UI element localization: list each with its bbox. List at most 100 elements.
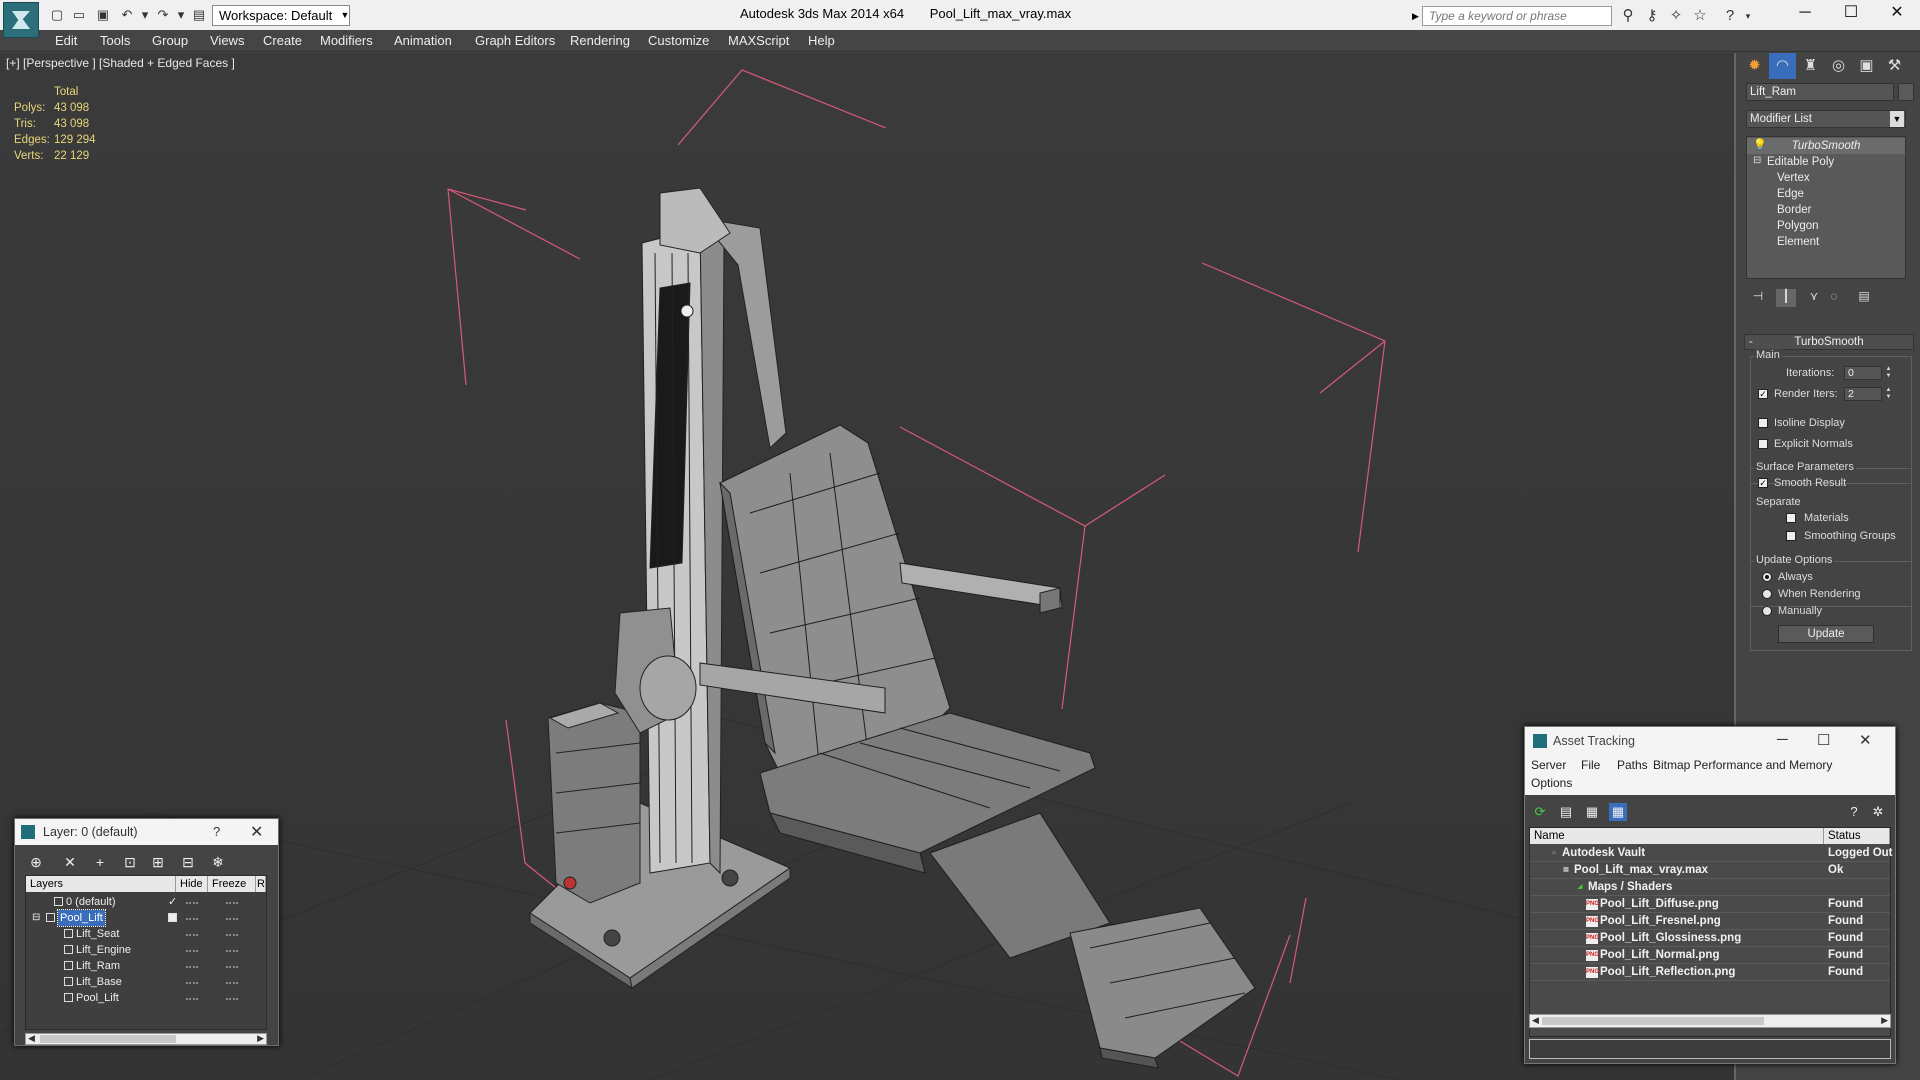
column-header[interactable]: Layers <box>26 876 176 892</box>
layer-window-titlebar[interactable]: Layer: 0 (default) ? ✕ <box>15 819 278 845</box>
smoothing-groups-checkbox[interactable] <box>1786 531 1796 541</box>
menu-tools[interactable]: Tools <box>100 33 130 48</box>
make-unique-icon[interactable]: ⋎ <box>1804 289 1824 307</box>
asset-row[interactable]: ⌂ Autodesk Vault Logged Out <box>1530 845 1893 862</box>
list-view-icon[interactable]: ▤ <box>1557 803 1575 821</box>
freeze-toggle[interactable] <box>226 934 238 936</box>
layer-row[interactable]: Lift_Engine <box>26 942 266 958</box>
scroll-thumb[interactable] <box>40 1035 176 1043</box>
communication-center-icon[interactable]: ✧ <box>1666 6 1686 26</box>
layer-row[interactable]: Lift_Seat <box>26 926 266 942</box>
display-tab-icon[interactable]: ▣ <box>1853 53 1880 79</box>
hide-toggle[interactable] <box>186 934 198 936</box>
modifier-list-dropdown[interactable]: Modifier List <box>1746 110 1906 128</box>
new-file-icon[interactable]: ▢ <box>48 6 66 24</box>
asset-menu-bitmap[interactable]: Bitmap Performance and Memory <box>1653 758 1832 772</box>
motion-tab-icon[interactable]: ◎ <box>1825 53 1852 79</box>
menu-modifiers[interactable]: Modifiers <box>320 33 373 48</box>
key-icon[interactable]: ⚷ <box>1642 6 1662 26</box>
undo-icon[interactable]: ↶ <box>118 6 136 24</box>
freeze-toggle[interactable] <box>226 966 238 968</box>
collapse-minus-icon[interactable]: ⊟ <box>32 910 40 926</box>
menu-graph-editors[interactable]: Graph Editors <box>475 33 555 48</box>
freeze-toggle[interactable] <box>226 982 238 984</box>
object-name-field[interactable]: Lift_Ram <box>1746 83 1894 101</box>
asset-row[interactable]: PNG Pool_Lift_Glossiness.png Found <box>1530 930 1890 947</box>
active-check-icon[interactable]: ✓ <box>168 894 177 910</box>
asset-menu-file[interactable]: File <box>1581 758 1600 772</box>
active-box-icon[interactable] <box>168 913 177 922</box>
hide-toggle[interactable] <box>186 982 198 984</box>
asset-minimize-icon[interactable]: ─ <box>1777 731 1788 748</box>
stack-item-edge[interactable]: Edge <box>1747 186 1905 202</box>
highlight-layer-icon[interactable]: ⊞ <box>149 853 167 871</box>
turbosmooth-rollout-header[interactable]: - TurboSmooth <box>1744 334 1914 350</box>
layer-row[interactable]: Lift_Ram <box>26 958 266 974</box>
layer-row[interactable]: Pool_Lift <box>26 990 266 1006</box>
utilities-tab-icon[interactable]: ⚒ <box>1881 53 1908 79</box>
search-input[interactable]: Type a keyword or phrase <box>1422 6 1612 26</box>
asset-row[interactable]: PNG Pool_Lift_Normal.png Found <box>1530 947 1890 964</box>
configure-sets-icon[interactable]: ▤ <box>1854 289 1874 307</box>
create-layer-icon[interactable]: ⊕ <box>27 853 45 871</box>
smooth-result-checkbox[interactable]: ✓ <box>1758 478 1768 488</box>
update-button[interactable]: Update <box>1778 625 1874 643</box>
asset-close-icon[interactable]: ✕ <box>1859 731 1872 749</box>
asset-path-field[interactable] <box>1529 1039 1891 1059</box>
hide-toggle[interactable] <box>186 918 198 920</box>
close-button[interactable]: ✕ <box>1874 0 1920 28</box>
freeze-toggle[interactable] <box>226 902 238 904</box>
spinner-arrows-icon[interactable]: ▲ ▼ <box>1884 387 1893 401</box>
freeze-toggle[interactable] <box>226 950 238 952</box>
refresh-icon[interactable]: ⟳ <box>1531 803 1549 821</box>
materials-checkbox[interactable] <box>1786 513 1796 523</box>
layer-horizontal-scrollbar[interactable]: ◀ ▶ <box>25 1033 267 1045</box>
menu-animation[interactable]: Animation <box>394 33 452 48</box>
layer-row[interactable]: Lift_Base <box>26 974 266 990</box>
menu-views[interactable]: Views <box>210 33 244 48</box>
asset-row[interactable]: PNG Pool_Lift_Diffuse.png Found <box>1530 896 1890 913</box>
menu-maxscript[interactable]: MAXScript <box>728 33 789 48</box>
modifier-list-chevron-down-icon[interactable]: ▼ <box>1890 111 1904 127</box>
add-to-layer-icon[interactable]: + <box>91 853 109 871</box>
menu-group[interactable]: Group <box>152 33 188 48</box>
asset-help-icon[interactable]: ? <box>1845 803 1863 821</box>
redo-icon[interactable]: ↷ <box>154 6 172 24</box>
project-folder-icon[interactable]: ▤ <box>190 6 208 24</box>
scroll-right-icon[interactable]: ▶ <box>1881 1015 1888 1026</box>
create-tab-icon[interactable]: ✹ <box>1741 53 1768 79</box>
stack-item-editable-poly[interactable]: Editable Poly <box>1747 154 1905 170</box>
object-color-swatch[interactable] <box>1898 83 1914 101</box>
explicit-normals-checkbox[interactable] <box>1758 439 1768 449</box>
favorites-star-icon[interactable]: ☆ <box>1690 6 1710 26</box>
isoline-display-checkbox[interactable] <box>1758 418 1768 428</box>
grid-view-icon[interactable]: ▦ <box>1609 803 1627 821</box>
stack-item-element[interactable]: Element <box>1747 234 1905 250</box>
table-view-icon[interactable]: ▦ <box>1583 803 1601 821</box>
render-iters-checkbox[interactable]: ✓ <box>1758 389 1768 399</box>
scroll-thumb[interactable] <box>1542 1017 1764 1025</box>
layer-help-button[interactable]: ? <box>213 824 220 839</box>
asset-menu-server[interactable]: Server <box>1531 758 1566 772</box>
asset-row[interactable]: PNG Pool_Lift_Fresnel.png Found <box>1530 913 1890 930</box>
asset-horizontal-scrollbar[interactable]: ◀ ▶ <box>1529 1014 1891 1028</box>
iterations-spinner[interactable]: 0 <box>1844 366 1882 380</box>
always-radio[interactable] <box>1762 572 1772 582</box>
menu-help[interactable]: Help <box>808 33 835 48</box>
asset-menu-options[interactable]: Options <box>1531 776 1572 790</box>
stack-item-polygon[interactable]: Polygon <box>1747 218 1905 234</box>
select-in-layer-icon[interactable]: ⊡ <box>121 853 139 871</box>
hide-all-icon[interactable]: ⊟ <box>179 853 197 871</box>
modify-tab-icon[interactable]: ◠ <box>1769 53 1796 79</box>
asset-window-titlebar[interactable]: Asset Tracking ─ ☐ ✕ <box>1525 727 1895 755</box>
app-logo-button[interactable] <box>3 2 39 38</box>
scroll-left-icon[interactable]: ◀ <box>28 1033 35 1044</box>
layer-close-icon[interactable]: ✕ <box>250 822 263 842</box>
scroll-left-icon[interactable]: ◀ <box>1532 1015 1539 1026</box>
save-file-icon[interactable]: ▣ <box>94 6 112 24</box>
show-end-result-icon[interactable]: ┃ <box>1776 289 1796 307</box>
freeze-toggle[interactable] <box>226 998 238 1000</box>
help-icon[interactable]: ? <box>1720 6 1740 26</box>
scroll-right-icon[interactable]: ▶ <box>257 1033 264 1044</box>
delete-layer-icon[interactable]: ✕ <box>61 853 79 871</box>
